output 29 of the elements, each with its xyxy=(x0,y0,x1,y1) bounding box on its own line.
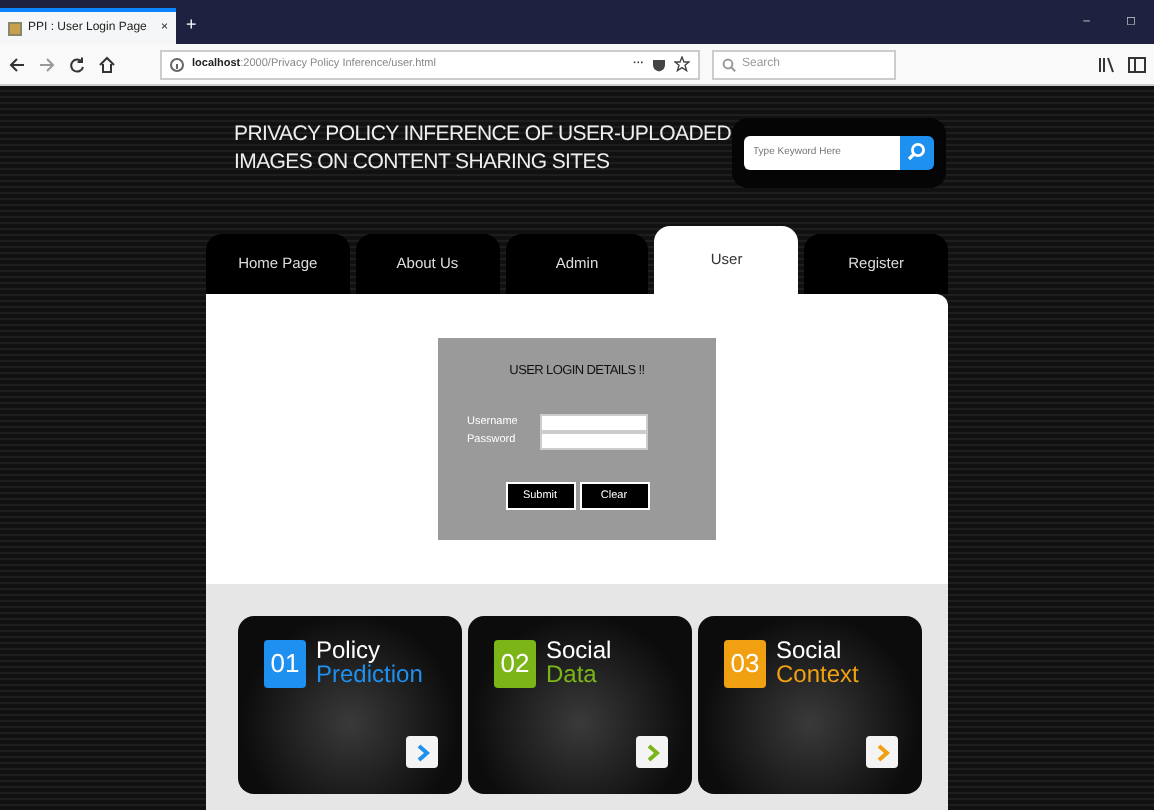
reload-icon[interactable] xyxy=(68,55,86,73)
card-title: Social xyxy=(546,640,612,662)
back-icon[interactable] xyxy=(8,55,26,73)
chevron-icon xyxy=(875,743,889,761)
search-button[interactable] xyxy=(899,135,934,169)
star-icon[interactable] xyxy=(674,56,690,72)
card-title: Policy xyxy=(316,640,383,662)
number-badge: 03 xyxy=(724,640,766,688)
page-icon xyxy=(8,21,22,35)
arrow-button[interactable] xyxy=(406,736,438,768)
search-icon xyxy=(722,57,736,71)
home-icon[interactable] xyxy=(98,55,116,73)
input-field[interactable] xyxy=(539,413,647,432)
info-icon xyxy=(170,57,184,71)
card-title: Social xyxy=(776,640,844,662)
card-subtitle: Context xyxy=(776,662,859,686)
site-title: PRIVACY POLICY INFERENCE OF USER-UPLOADED IMAGES ON CONTENT SHARING SITES xyxy=(234,120,732,176)
sidebar-icon[interactable] xyxy=(1128,55,1146,73)
search-icon xyxy=(906,142,927,162)
chevron-icon xyxy=(645,743,659,761)
number-badge: 02 xyxy=(494,640,536,688)
library-icon[interactable] xyxy=(1098,55,1116,73)
card-subtitle: Data xyxy=(546,662,599,686)
card-subtitle: Prediction xyxy=(316,662,423,686)
shield-icon[interactable] xyxy=(652,57,666,71)
new-tab-button[interactable]: + xyxy=(186,11,197,38)
chevron-icon xyxy=(415,743,429,761)
number-badge: 01 xyxy=(264,640,306,688)
forward-icon[interactable] xyxy=(38,55,56,73)
